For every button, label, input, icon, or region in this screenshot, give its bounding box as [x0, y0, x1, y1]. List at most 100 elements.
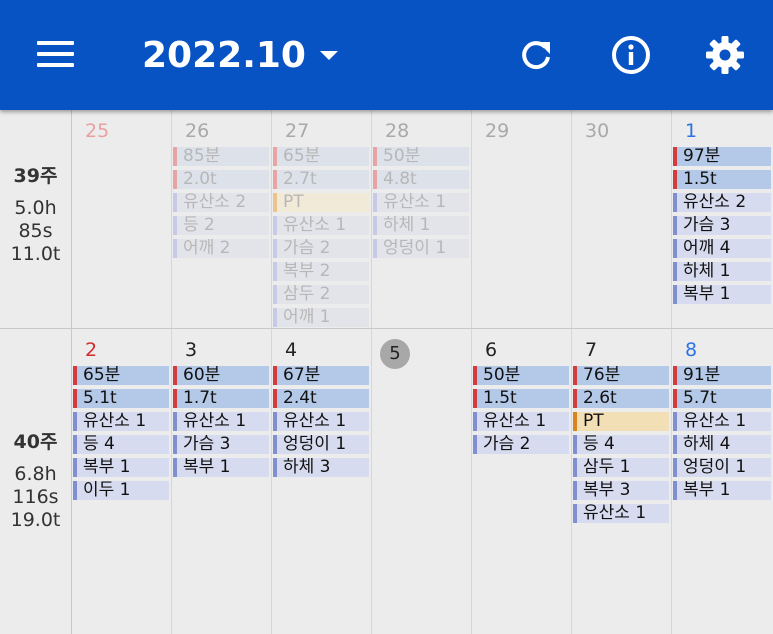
exercise-tag: 어깨 4 — [673, 239, 771, 258]
exercise-tag: 하체 4 — [673, 435, 771, 454]
day-entries: 85분 2.0t 유산소 2 등 2 어깨 2 — [173, 147, 269, 262]
day-cell[interactable]: 4 67분 2.4t 유산소 1 엉덩이 1 하체 3 — [272, 329, 372, 634]
week-title: 40주 — [13, 431, 58, 453]
day-cell[interactable]: 5 — [372, 329, 472, 634]
volume-tag: 4.8t — [373, 170, 469, 189]
day-cell[interactable]: 8 91분 5.7t 유산소 1 하체 4 엉덩이 1 복부 1 — [672, 329, 773, 634]
day-entries: 91분 5.7t 유산소 1 하체 4 엉덩이 1 복부 1 — [673, 366, 771, 504]
month-selector[interactable]: 2022.10 — [142, 30, 338, 80]
calendar-grid: 39주 5.0h 85s 11.0t 25 26 85분 2.0t 유산소 2등 2 어깨 2 27… — [0, 110, 773, 634]
day-number: 7 — [585, 339, 598, 361]
day-cell[interactable]: 29 — [472, 110, 572, 328]
settings-icon[interactable] — [703, 33, 747, 77]
day-cell[interactable]: 26 85분 2.0t 유산소 2 등 2 어깨 2 — [172, 110, 272, 328]
exercise-tag: 유산소 1 — [573, 504, 669, 523]
exercise-tag: 하체 1 — [373, 216, 469, 235]
day-entries: 65분 2.7t PT 유산소 1 가슴 2 복부 2 삼두 2 어깨 1 — [273, 147, 369, 331]
day-number: 26 — [185, 120, 210, 142]
exercise-tag: 복부 3 — [573, 481, 669, 500]
exercise-tag: 유산소 1 — [373, 193, 469, 212]
exercise-tag: 삼두 1 — [573, 458, 669, 477]
week-summary: 40주 6.8h 116s 19.0t — [0, 329, 72, 634]
chevron-down-icon — [319, 50, 338, 60]
exercise-tag: 등 4 — [573, 435, 669, 454]
exercise-tag: 엉덩이 1 — [373, 239, 469, 258]
exercise-tag: 이두 1 — [73, 481, 169, 500]
exercise-tag: 유산소 1 — [73, 412, 169, 431]
day-entries: 65분 5.1t 유산소 1 등 4 복부 1 이두 1 — [73, 366, 169, 504]
duration-tag: 91분 — [673, 366, 771, 385]
day-cell[interactable]: 28 50분 4.8t 유산소 1 하체 1 엉덩이 1 — [372, 110, 472, 328]
duration-tag: 50분 — [473, 366, 569, 385]
exercise-tag: 엉덩이 1 — [673, 458, 771, 477]
day-number: 25 — [85, 120, 110, 142]
exercise-tag: 가슴 3 — [173, 435, 269, 454]
day-cell[interactable]: 6 50분 1.5t 유산소 1 가슴 2 — [472, 329, 572, 634]
week-stat: 6.8h — [14, 463, 57, 485]
day-cell[interactable]: 3 60분 1.7t 유산소 1 가슴 3 복부 1 — [172, 329, 272, 634]
exercise-tag: 복부 1 — [173, 458, 269, 477]
day-number: 4 — [285, 339, 298, 361]
pt-tag: PT — [573, 412, 669, 431]
volume-tag: 2.7t — [273, 170, 369, 189]
week-stat: 85s — [18, 220, 53, 242]
volume-tag: 5.1t — [73, 389, 169, 408]
day-number: 6 — [485, 339, 498, 361]
duration-tag: 67분 — [273, 366, 369, 385]
exercise-tag: 유산소 1 — [273, 216, 369, 235]
day-entries: 97분 1.5t 유산소 2 가슴 3 어깨 4 하체 1 복부 1 — [673, 147, 771, 308]
day-cell[interactable]: 2 65분 5.1t 유산소 1 등 4 복부 1 이두 1 — [72, 329, 172, 634]
week-row: 40주 6.8h 116s 19.0t 2 65분 5.1t 유산소 1등 4 복부 1 이두 1… — [0, 329, 773, 634]
exercise-tag: 유산소 2 — [173, 193, 269, 212]
month-label: 2022.10 — [142, 34, 306, 76]
exercise-tag: 유산소 1 — [273, 412, 369, 431]
volume-tag: 2.0t — [173, 170, 269, 189]
day-entries: 50분 4.8t 유산소 1 하체 1 엉덩이 1 — [373, 147, 469, 262]
day-entries: 50분 1.5t 유산소 1 가슴 2 — [473, 366, 569, 458]
week-stat: 11.0t — [10, 243, 61, 265]
exercise-tag: 가슴 3 — [673, 216, 771, 235]
exercise-tag: 어깨 1 — [273, 308, 369, 327]
day-entries: 60분 1.7t 유산소 1 가슴 3 복부 1 — [173, 366, 269, 481]
exercise-tag: 등 4 — [73, 435, 169, 454]
volume-tag: 2.6t — [573, 389, 669, 408]
info-icon[interactable] — [609, 33, 653, 77]
volume-tag: 1.7t — [173, 389, 269, 408]
day-number: 30 — [585, 120, 610, 142]
day-number: 27 — [285, 120, 310, 142]
menu-icon[interactable] — [30, 34, 80, 74]
exercise-tag: 유산소 1 — [173, 412, 269, 431]
day-number: 2 — [85, 339, 98, 361]
week-stat: 19.0t — [10, 509, 61, 531]
day-number: 8 — [685, 339, 698, 361]
day-cell[interactable]: 25 — [72, 110, 172, 328]
exercise-tag: 유산소 2 — [673, 193, 771, 212]
day-cell[interactable]: 27 65분 2.7t PT 유산소 1 가슴 2 복부 2 삼두 2 어깨 1 — [272, 110, 372, 328]
day-number: 5 — [380, 339, 410, 369]
day-cell[interactable]: 30 — [572, 110, 672, 328]
exercise-tag: 삼두 2 — [273, 285, 369, 304]
day-number: 1 — [685, 120, 698, 142]
duration-tag: 76분 — [573, 366, 669, 385]
exercise-tag: 유산소 1 — [673, 412, 771, 431]
week-stat: 116s — [12, 486, 59, 508]
week-title: 39주 — [13, 165, 58, 187]
exercise-tag: 하체 1 — [673, 262, 771, 281]
volume-tag: 1.5t — [473, 389, 569, 408]
day-number: 28 — [385, 120, 410, 142]
day-cell[interactable]: 1 97분 1.5t 유산소 2 가슴 3 어깨 4 하체 1 복부 1 — [672, 110, 773, 328]
exercise-tag: 복부 1 — [673, 285, 771, 304]
refresh-icon[interactable] — [514, 33, 558, 77]
duration-tag: 97분 — [673, 147, 771, 166]
exercise-tag: 복부 2 — [273, 262, 369, 281]
volume-tag: 1.5t — [673, 170, 771, 189]
app-bar: 2022.10 — [0, 0, 773, 110]
day-number: 3 — [185, 339, 198, 361]
exercise-tag: 어깨 2 — [173, 239, 269, 258]
volume-tag: 2.4t — [273, 389, 369, 408]
week-row: 39주 5.0h 85s 11.0t 25 26 85분 2.0t 유산소 2등 2 어깨 2 27… — [0, 110, 773, 329]
duration-tag: 50분 — [373, 147, 469, 166]
week-summary: 39주 5.0h 85s 11.0t — [0, 110, 72, 328]
pt-tag: PT — [273, 193, 369, 212]
day-cell[interactable]: 7 76분 2.6t PT 등 4 삼두 1 복부 3 유산소 1 — [572, 329, 672, 634]
